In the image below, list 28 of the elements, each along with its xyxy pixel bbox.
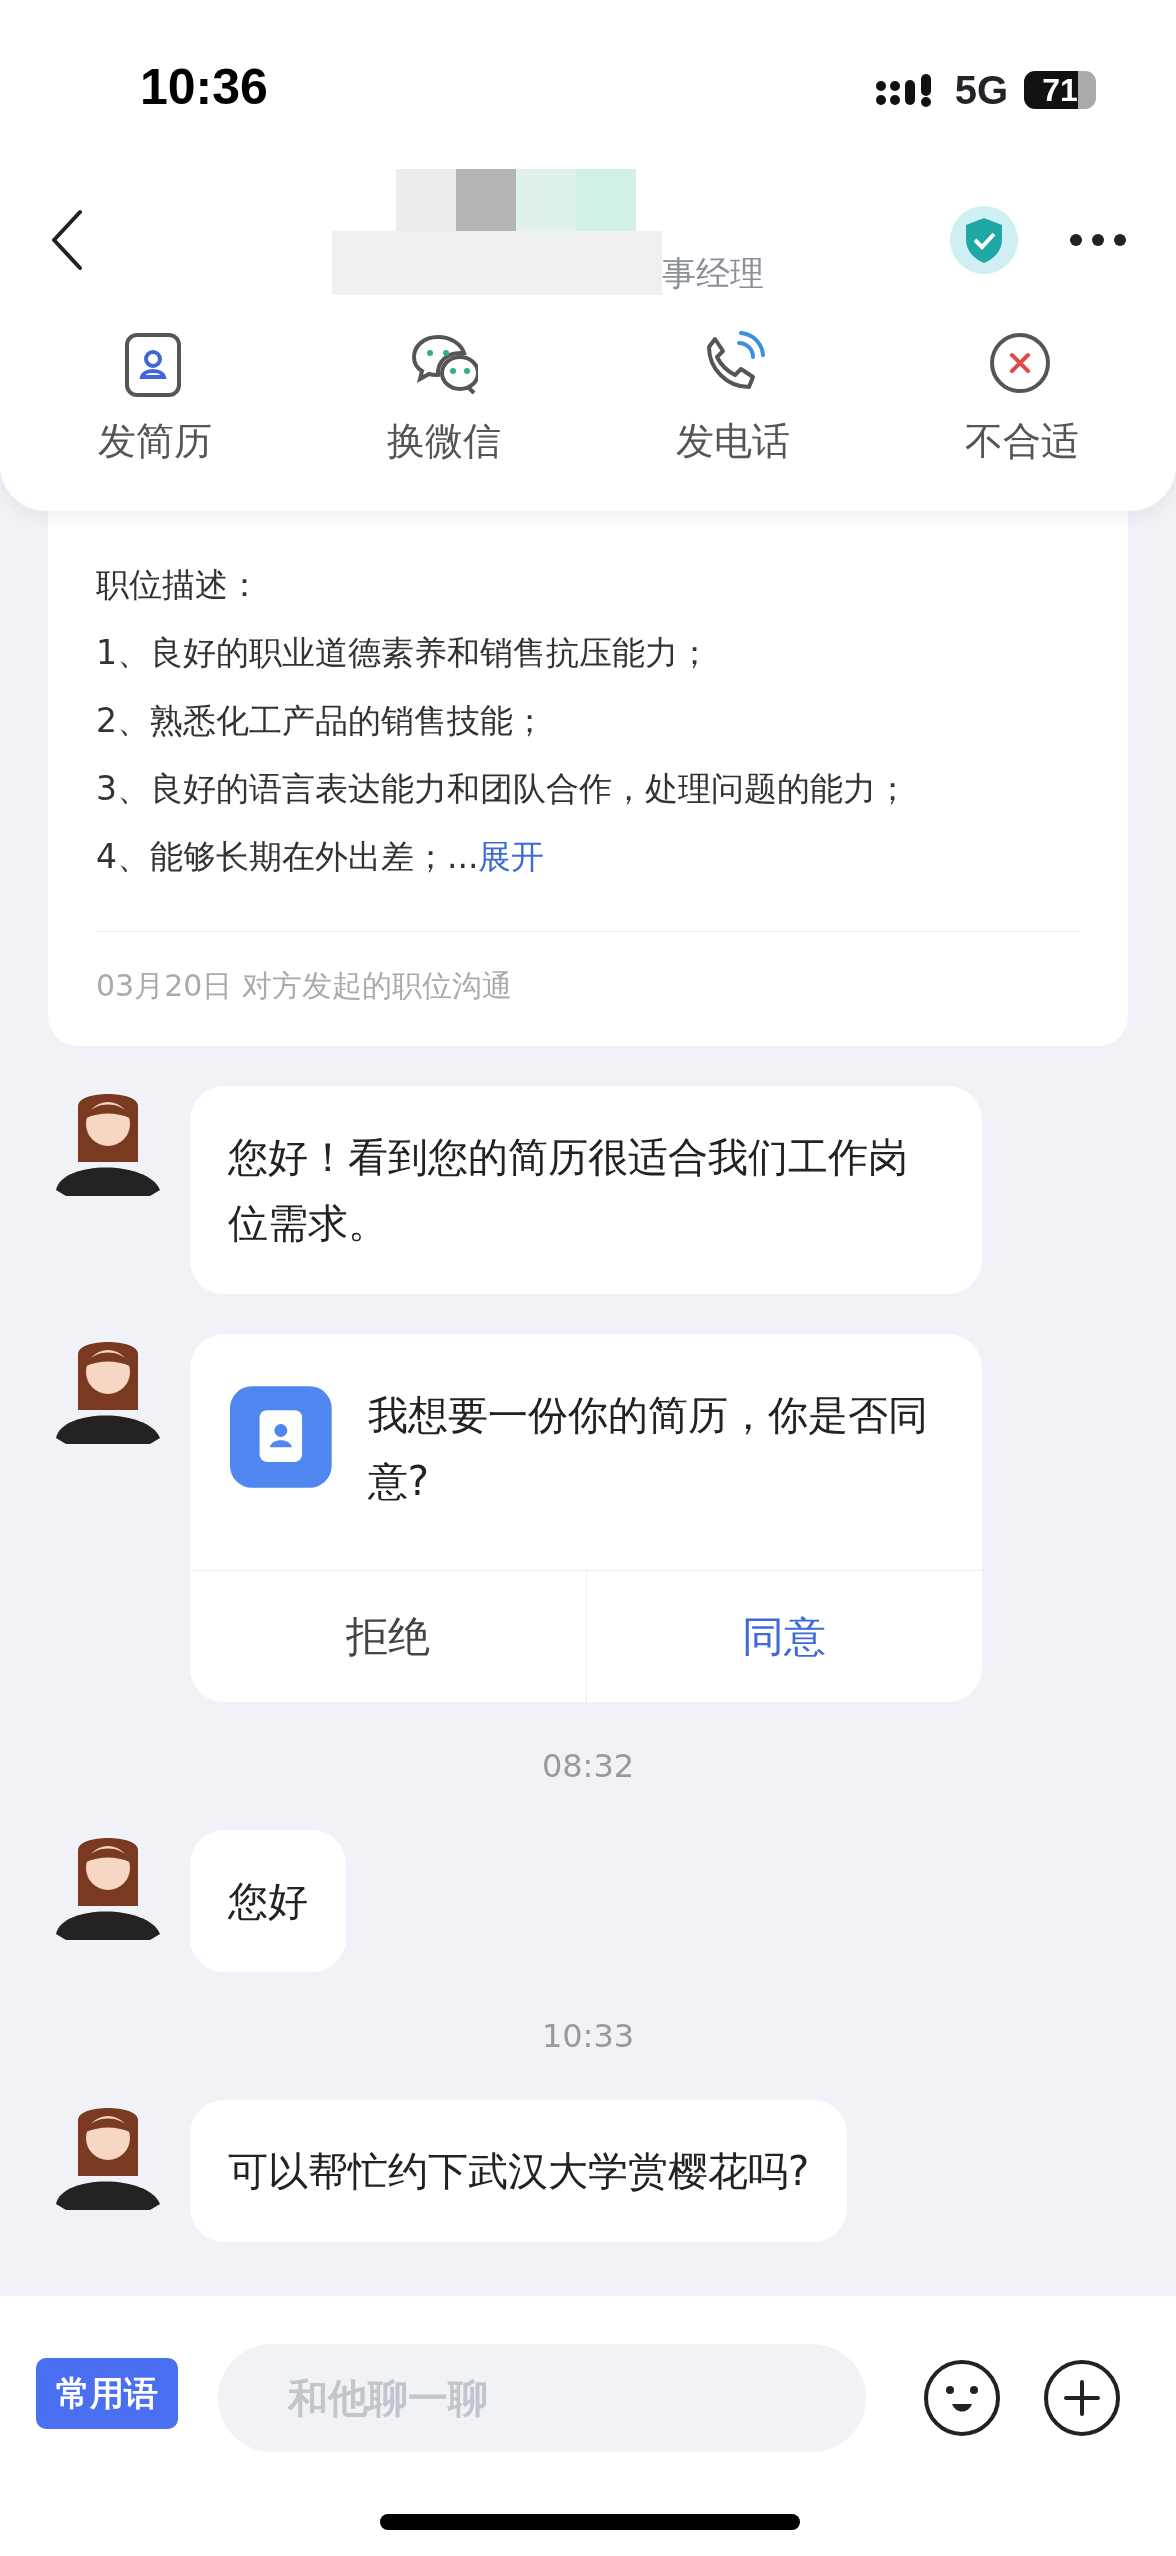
section-heading: 职位描述： [96, 564, 262, 606]
message-time: 10:33 [540, 2016, 636, 2057]
action-button[interactable]: 发简历 [34, 330, 275, 471]
expand-link[interactable]: 展开 [478, 837, 545, 876]
network-label: 5G [954, 67, 1008, 114]
emoji-icon[interactable] [922, 2358, 1002, 2438]
accept-button[interactable]: 同意 [585, 1571, 982, 1702]
action-button[interactable]: 不合适 [901, 330, 1142, 471]
request-text: 我想要一份你的简历，你是否同意? [367, 1391, 929, 1506]
requirement-line: 4、能够长期在外出差；...展开 [96, 836, 546, 878]
message-time: 08:32 [540, 1746, 636, 1787]
requirement-line: 3、良好的语言表达能力和团队合作，处理问题的能力； [96, 768, 910, 810]
message-bubble: 您好！看到您的简历很适合我们工作岗位需求。 [190, 1086, 982, 1294]
message-bubble: 可以帮忙约下武汉大学赏樱花吗? [190, 2100, 848, 2242]
battery-indicator: 71 [1024, 71, 1096, 109]
decline-button[interactable]: 拒绝 [190, 1571, 586, 1702]
action-button[interactable]: 发电话 [612, 330, 853, 471]
job-title: 事经理 [662, 252, 764, 295]
requirement-line: 2、熟悉化工产品的销售技能； [96, 700, 547, 742]
more-icon[interactable] [1068, 232, 1128, 248]
action-button[interactable]: 换微信 [323, 330, 564, 471]
verified-shield-icon [948, 204, 1020, 276]
quick-phrases-button[interactable]: 常用语 [36, 2358, 178, 2429]
conversation-note: 03月20日 对方发起的职位沟通 [96, 931, 1080, 1006]
message-bubble: 您好 [190, 1830, 346, 1972]
add-icon[interactable] [1042, 2358, 1122, 2438]
requirement-line: 1、良好的职业道德素养和销售抗压能力； [96, 632, 712, 674]
status-time: 10:36 [140, 58, 268, 117]
